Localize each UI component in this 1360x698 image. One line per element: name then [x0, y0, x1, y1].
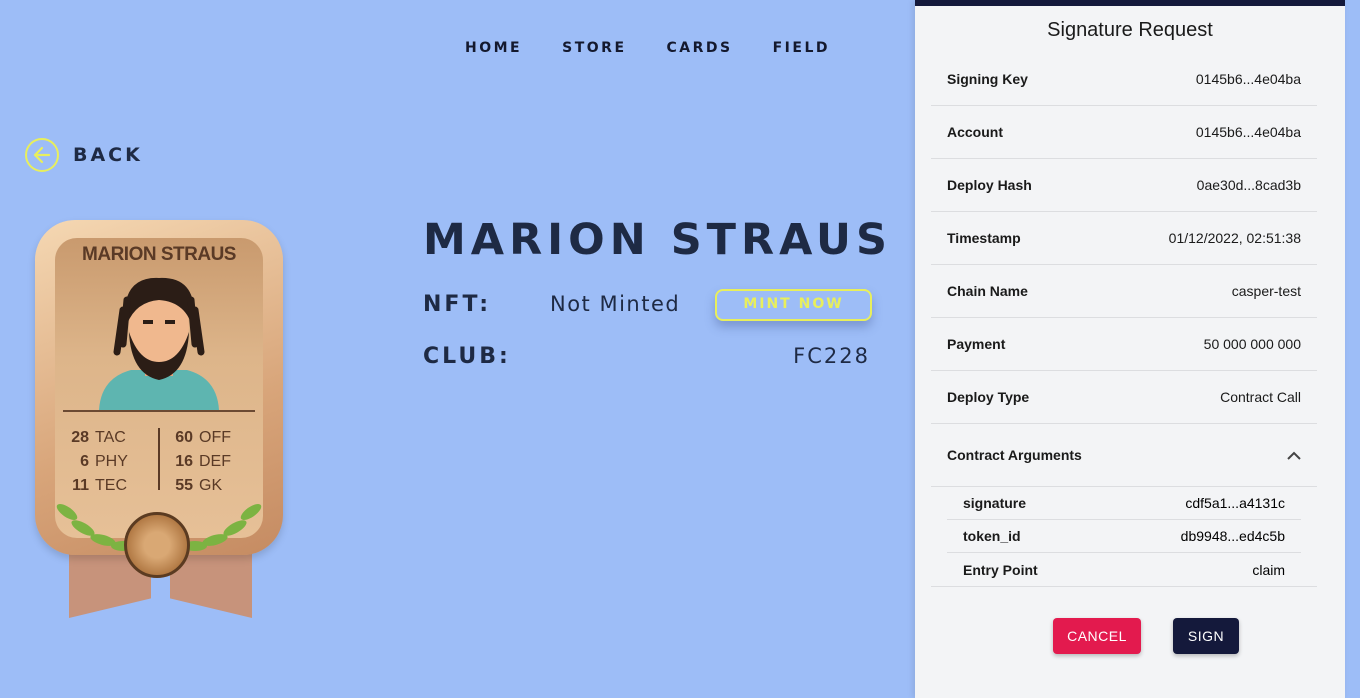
argument-key: token_id	[963, 528, 1021, 544]
detail-key: Chain Name	[947, 283, 1028, 299]
wood-badge-icon	[124, 512, 190, 578]
detail-row: Deploy Hash 0ae30d...8cad3b	[931, 159, 1317, 212]
stat-label: TAC	[95, 429, 126, 446]
top-nav: HOME STORE CARDS FIELD	[465, 40, 870, 56]
detail-key: Payment	[947, 336, 1006, 352]
stat-value: 6	[80, 453, 89, 470]
divider	[931, 586, 1317, 587]
stat-value: 60	[175, 429, 193, 446]
player-portrait	[99, 277, 219, 410]
argument-key: signature	[963, 495, 1027, 511]
nav-cards[interactable]: CARDS	[667, 40, 733, 56]
detail-row: Timestamp 01/12/2022, 02:51:38	[931, 212, 1317, 265]
chevron-up-icon	[1287, 447, 1301, 463]
detail-value: 01/12/2022, 02:51:38	[1168, 230, 1301, 246]
back-button[interactable]: BACK	[25, 138, 143, 172]
detail-value: 0145b6...4e04ba	[1195, 124, 1301, 140]
argument-row: signature cdf5a1...a4131c	[947, 487, 1301, 520]
nft-label: NFT:	[423, 292, 492, 317]
arrow-left-icon	[25, 138, 59, 172]
stat-label: DEF	[199, 453, 231, 470]
panel-title: Signature Request	[1047, 19, 1213, 41]
back-label: BACK	[73, 144, 143, 166]
detail-value: 0145b6...4e04ba	[1195, 71, 1301, 87]
signature-request-panel: Signature Request Signing Key 0145b6...4e…	[915, 0, 1345, 698]
nav-field[interactable]: FIELD	[773, 40, 830, 56]
argument-row: Entry Point claim	[947, 553, 1301, 586]
detail-row: Chain Name casper-test	[931, 265, 1317, 318]
detail-value: casper-test	[1231, 283, 1301, 299]
stat-label: OFF	[199, 429, 231, 446]
detail-key: Timestamp	[947, 230, 1021, 246]
sign-button[interactable]: SIGN	[1173, 618, 1239, 654]
detail-row: Account 0145b6...4e04ba	[931, 106, 1317, 159]
nav-home[interactable]: HOME	[465, 40, 522, 56]
detail-key: Deploy Type	[947, 389, 1030, 405]
card-player-name: MARION STRAUS	[82, 244, 236, 265]
detail-value: Contract Call	[1220, 389, 1301, 405]
club-value: FC228	[793, 344, 870, 368]
stat-value: 28	[71, 429, 89, 446]
argument-value: claim	[1252, 561, 1285, 578]
club-label: CLUB:	[423, 344, 511, 369]
detail-key: Signing Key	[947, 71, 1028, 87]
argument-value: cdf5a1...a4131c	[1185, 495, 1285, 511]
detail-row: Signing Key 0145b6...4e04ba	[931, 53, 1317, 106]
argument-value: db9948...ed4c5b	[1180, 528, 1285, 544]
contract-arguments-label: Contract Arguments	[947, 447, 1082, 463]
signature-actions: CANCEL SIGN	[1053, 618, 1239, 654]
player-card: MARION STRAUS 28 TAC 60 OFF 6 PHY 16 DEF…	[35, 220, 285, 620]
nav-store[interactable]: STORE	[562, 40, 626, 56]
stat-label: PHY	[95, 453, 128, 470]
cancel-button[interactable]: CANCEL	[1053, 618, 1141, 654]
card-divider	[63, 410, 255, 412]
detail-value: 0ae30d...8cad3b	[1196, 177, 1301, 193]
detail-row: Payment 50 000 000 000	[931, 318, 1317, 371]
stats-separator	[158, 428, 160, 490]
player-name-heading: MARION STRAUS	[423, 215, 892, 265]
stat-value: 16	[175, 453, 193, 470]
card-stats: 28 TAC 60 OFF 6 PHY 16 DEF 11 TEC 55 GK	[55, 426, 263, 498]
nft-status: Not Minted	[550, 292, 681, 316]
contract-arguments-list: signature cdf5a1...a4131c token_id db9948.…	[931, 487, 1317, 586]
mint-now-button[interactable]: MINT NOW	[715, 289, 872, 321]
argument-key: Entry Point	[963, 561, 1038, 578]
detail-key: Deploy Hash	[947, 177, 1032, 193]
detail-value: 50 000 000 000	[1203, 336, 1301, 352]
detail-row: Deploy Type Contract Call	[931, 371, 1317, 424]
detail-key: Account	[947, 124, 1003, 140]
contract-arguments-toggle[interactable]: Contract Arguments	[931, 424, 1317, 487]
argument-row: token_id db9948...ed4c5b	[947, 520, 1301, 553]
signature-details: Signing Key 0145b6...4e04ba Account 0145b6…	[931, 53, 1317, 587]
